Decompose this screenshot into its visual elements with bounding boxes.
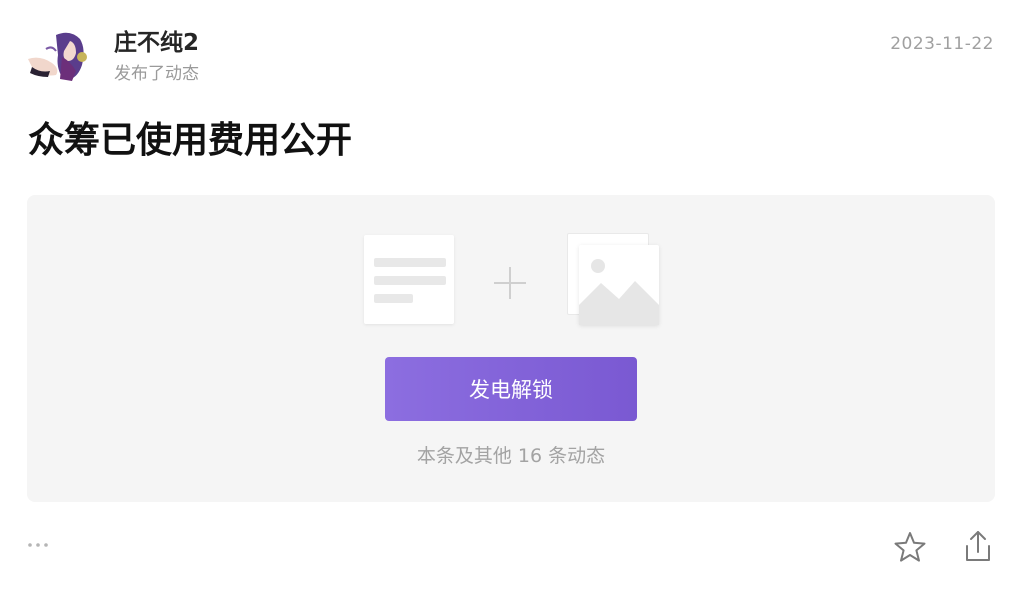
unlock-button[interactable]: 发电解锁 bbox=[385, 357, 637, 421]
unlock-note: 本条及其他 16 条动态 bbox=[416, 445, 606, 467]
more-dots-icon[interactable] bbox=[27, 530, 53, 550]
post-date: 2023-11-22 bbox=[890, 34, 994, 54]
post-title: 众筹已使用费用公开 bbox=[28, 120, 353, 161]
author-name[interactable]: 庄不纯2 bbox=[114, 28, 199, 58]
avatar[interactable] bbox=[26, 27, 92, 87]
locked-content-card: 发电解锁 本条及其他 16 条动态 bbox=[27, 195, 995, 502]
share-icon[interactable] bbox=[961, 528, 995, 564]
image-icon bbox=[579, 245, 659, 325]
document-icon bbox=[364, 235, 454, 324]
author-action: 发布了动态 bbox=[114, 64, 199, 84]
plus-icon bbox=[494, 267, 526, 299]
star-icon[interactable] bbox=[893, 530, 927, 564]
